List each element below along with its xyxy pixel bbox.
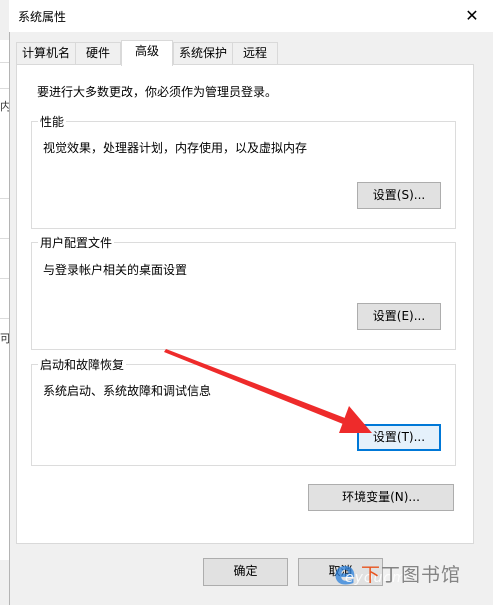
performance-settings-button[interactable]: 设置(S)... [357,182,441,209]
title-bar [9,0,493,32]
startup-recovery-description: 系统启动、系统故障和调试信息 [43,384,212,398]
performance-description: 视觉效果，处理器计划，内存使用，以及虚拟内存 [43,141,308,155]
watermark-brand-rest: 丁图书馆 [381,564,462,586]
ok-button[interactable]: 确定 [203,558,288,586]
startup-recovery-group-title: 启动和故障恢复 [38,356,127,373]
admin-notice: 要进行大多数更改，你必须作为管理员登录。 [37,85,278,99]
performance-group [31,121,456,229]
startup-recovery-settings-button[interactable]: 设置(T)... [357,424,441,451]
window-title: 系统属性 [18,10,67,24]
user-profiles-group [31,242,456,350]
tab-computer-name[interactable]: 计算机名 [16,42,76,64]
close-icon[interactable]: ✕ [457,2,487,28]
tab-advanced[interactable]: 高级 [121,40,173,66]
tab-hardware[interactable]: 硬件 [75,42,121,64]
user-profiles-settings-button[interactable]: 设置(E)... [357,303,441,330]
tab-system-protection[interactable]: 系统保护 [173,42,233,64]
watermark-brand: 下丁图书馆 [361,560,461,587]
watermark-brand-accent: 下 [361,564,382,586]
performance-group-title: 性能 [38,113,67,130]
user-profiles-group-title: 用户配置文件 [38,234,115,251]
user-profiles-description: 与登录帐户相关的桌面设置 [43,263,188,277]
tab-remote[interactable]: 远程 [232,42,278,64]
environment-variables-button[interactable]: 环境变量(N)... [308,484,454,511]
